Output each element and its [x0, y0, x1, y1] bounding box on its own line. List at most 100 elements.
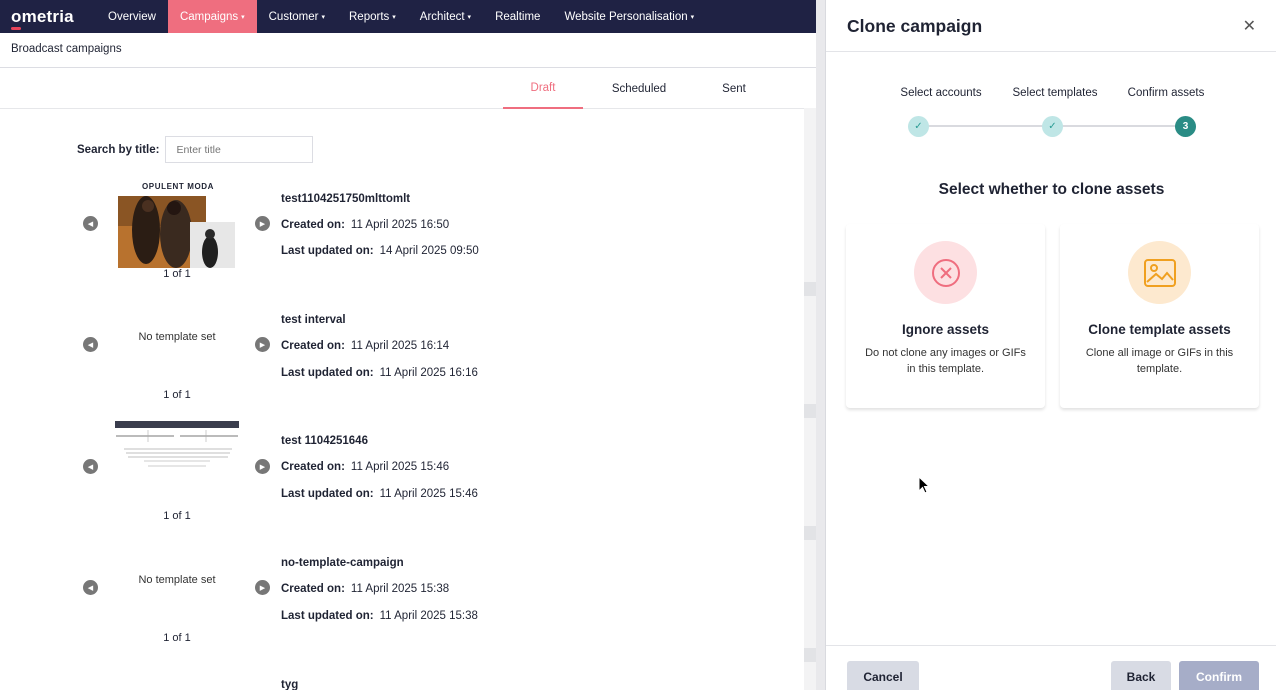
nav-label: Reports [349, 10, 390, 23]
logo-accent [11, 26, 21, 30]
campaign-tabs: Draft Scheduled Sent [0, 68, 824, 109]
nav-label: Customer [268, 10, 319, 23]
step-label: Select accounts [900, 87, 982, 99]
nav-campaigns[interactable]: Campaigns ▾ [167, 0, 257, 33]
template-pager: 1 of 1 [163, 268, 191, 280]
prev-arrow-icon[interactable]: ◀ [83, 216, 98, 231]
tab-scheduled[interactable]: Scheduled [598, 68, 680, 109]
updated-value: 11 April 2025 15:38 [379, 610, 478, 622]
updated-label: Last updated on: [281, 488, 374, 500]
step-label: Select templates [1012, 87, 1098, 99]
nav-label: Campaigns [179, 10, 239, 23]
cancel-button[interactable]: Cancel [847, 661, 919, 690]
panel-header: Clone campaign ✕ [826, 0, 1276, 52]
panel-overlay-edge [816, 0, 825, 690]
created-row: Created on: 11 April 2025 15:46 [281, 461, 449, 473]
panel-title: Clone campaign [847, 16, 983, 36]
updated-value: 14 April 2025 09:50 [379, 245, 479, 257]
campaign-item: ◀ OPULENT MODA 1 of 1 ▶ test1104251750ml… [80, 180, 500, 290]
mouse-cursor-icon [918, 475, 931, 499]
step-label: Confirm assets [1127, 87, 1205, 99]
created-label: Created on: [281, 219, 345, 231]
breadcrumb: Broadcast campaigns [0, 33, 824, 68]
nav-architect[interactable]: Architect ▾ [408, 0, 483, 33]
stepper: Select accounts Select templates Confirm… [826, 52, 1276, 152]
chevron-down-icon: ▾ [241, 13, 245, 21]
option-description: Do not clone any images or GIFs in this … [865, 347, 1026, 375]
next-arrow-icon[interactable]: ▶ [255, 337, 270, 352]
step-number: 3 [1175, 116, 1196, 137]
chevron-down-icon: ▾ [392, 13, 396, 21]
search-row: Search by title: [77, 136, 314, 163]
search-input[interactable] [165, 136, 314, 163]
campaign-item: ◀ 1 of 1 ▶ test 1104251646 Created on: 11… [80, 420, 500, 530]
created-value: 11 April 2025 16:14 [350, 340, 450, 352]
chevron-down-icon: ▾ [467, 13, 472, 21]
search-label: Search by title: [77, 143, 160, 156]
nav-label: Website Personalisation [564, 10, 688, 23]
x-circle-icon [914, 241, 977, 304]
created-row: Created on: 11 April 2025 16:50 [281, 219, 449, 231]
template-thumbnail: OPULENT MODA [114, 180, 242, 275]
campaign-title[interactable]: tyg [281, 679, 298, 690]
nav-label: Architect [419, 10, 465, 23]
panel-footer: Cancel Back Confirm [826, 645, 1276, 690]
image-icon [1128, 241, 1191, 304]
tab-draft[interactable]: Draft [503, 68, 583, 109]
chevron-down-icon: ▾ [321, 13, 325, 21]
created-label: Created on: [281, 583, 345, 595]
created-value: 11 April 2025 15:46 [350, 461, 450, 473]
campaign-title[interactable]: no-template-campaign [281, 557, 404, 569]
next-arrow-icon[interactable]: ▶ [255, 459, 270, 474]
option-description: Clone all image or GIFs in this template… [1085, 347, 1234, 375]
page-title: Broadcast campaigns [11, 43, 122, 55]
nav-website-personalisation[interactable]: Website Personalisation ▾ [552, 0, 706, 33]
campaign-item: ◀ No template set 1 of 1 ▶ no-template-c… [80, 545, 500, 655]
created-row: Created on: 11 April 2025 16:14 [281, 340, 449, 352]
nav-reports[interactable]: Reports ▾ [337, 0, 408, 33]
ometria-logo[interactable]: ometria [0, 6, 96, 30]
tab-sent[interactable]: Sent [704, 68, 764, 109]
close-icon[interactable]: ✕ [1243, 16, 1256, 36]
created-label: Created on: [281, 461, 345, 473]
check-icon: ✓ [908, 116, 929, 137]
nav-overview[interactable]: Overview [96, 0, 168, 33]
logo-text: ometria [11, 6, 74, 26]
updated-row: Last updated on: 11 April 2025 16:16 [281, 367, 478, 379]
option-title: Ignore assets [901, 322, 990, 337]
created-row: Created on: 11 April 2025 15:38 [281, 583, 449, 595]
thumbnail-caption: OPULENT MODA [141, 182, 215, 191]
option-title: Clone template assets [1088, 322, 1231, 337]
nav-label: Realtime [495, 10, 541, 23]
step-connector [1062, 125, 1186, 127]
no-template-text: No template set [138, 331, 216, 343]
template-pager: 1 of 1 [163, 389, 191, 401]
prev-arrow-icon[interactable]: ◀ [83, 337, 98, 352]
created-value: 11 April 2025 16:50 [350, 219, 450, 231]
updated-row: Last updated on: 14 April 2025 09:50 [281, 245, 479, 257]
next-arrow-icon[interactable]: ▶ [255, 216, 270, 231]
created-label: Created on: [281, 340, 345, 352]
updated-row: Last updated on: 11 April 2025 15:46 [281, 488, 478, 500]
ignore-assets-option[interactable]: Ignore assets Do not clone any images or… [846, 224, 1045, 408]
updated-value: 11 April 2025 16:16 [379, 367, 478, 379]
section-title: Select whether to clone assets [938, 181, 1165, 198]
prev-arrow-icon[interactable]: ◀ [83, 459, 98, 474]
nav-customer[interactable]: Customer ▾ [257, 0, 337, 33]
campaign-title[interactable]: test1104251750mlttomlt [281, 193, 410, 205]
template-thumbnail [114, 420, 242, 477]
clone-campaign-panel: Clone campaign ✕ Select accounts Select … [825, 0, 1276, 690]
nav-realtime[interactable]: Realtime [483, 0, 552, 33]
next-arrow-icon[interactable]: ▶ [255, 580, 270, 595]
confirm-button[interactable]: Confirm [1179, 661, 1259, 690]
campaign-title[interactable]: test 1104251646 [281, 435, 368, 447]
step-connector [928, 125, 1054, 127]
back-button[interactable]: Back [1111, 661, 1171, 690]
no-template-text: No template set [138, 574, 216, 586]
clone-template-assets-option[interactable]: Clone template assets Clone all image or… [1060, 224, 1259, 408]
nav-label: Overview [108, 10, 156, 23]
updated-value: 11 April 2025 15:46 [379, 488, 478, 500]
prev-arrow-icon[interactable]: ◀ [83, 580, 98, 595]
campaign-title[interactable]: test interval [281, 314, 346, 326]
updated-row: Last updated on: 11 April 2025 15:38 [281, 610, 478, 622]
